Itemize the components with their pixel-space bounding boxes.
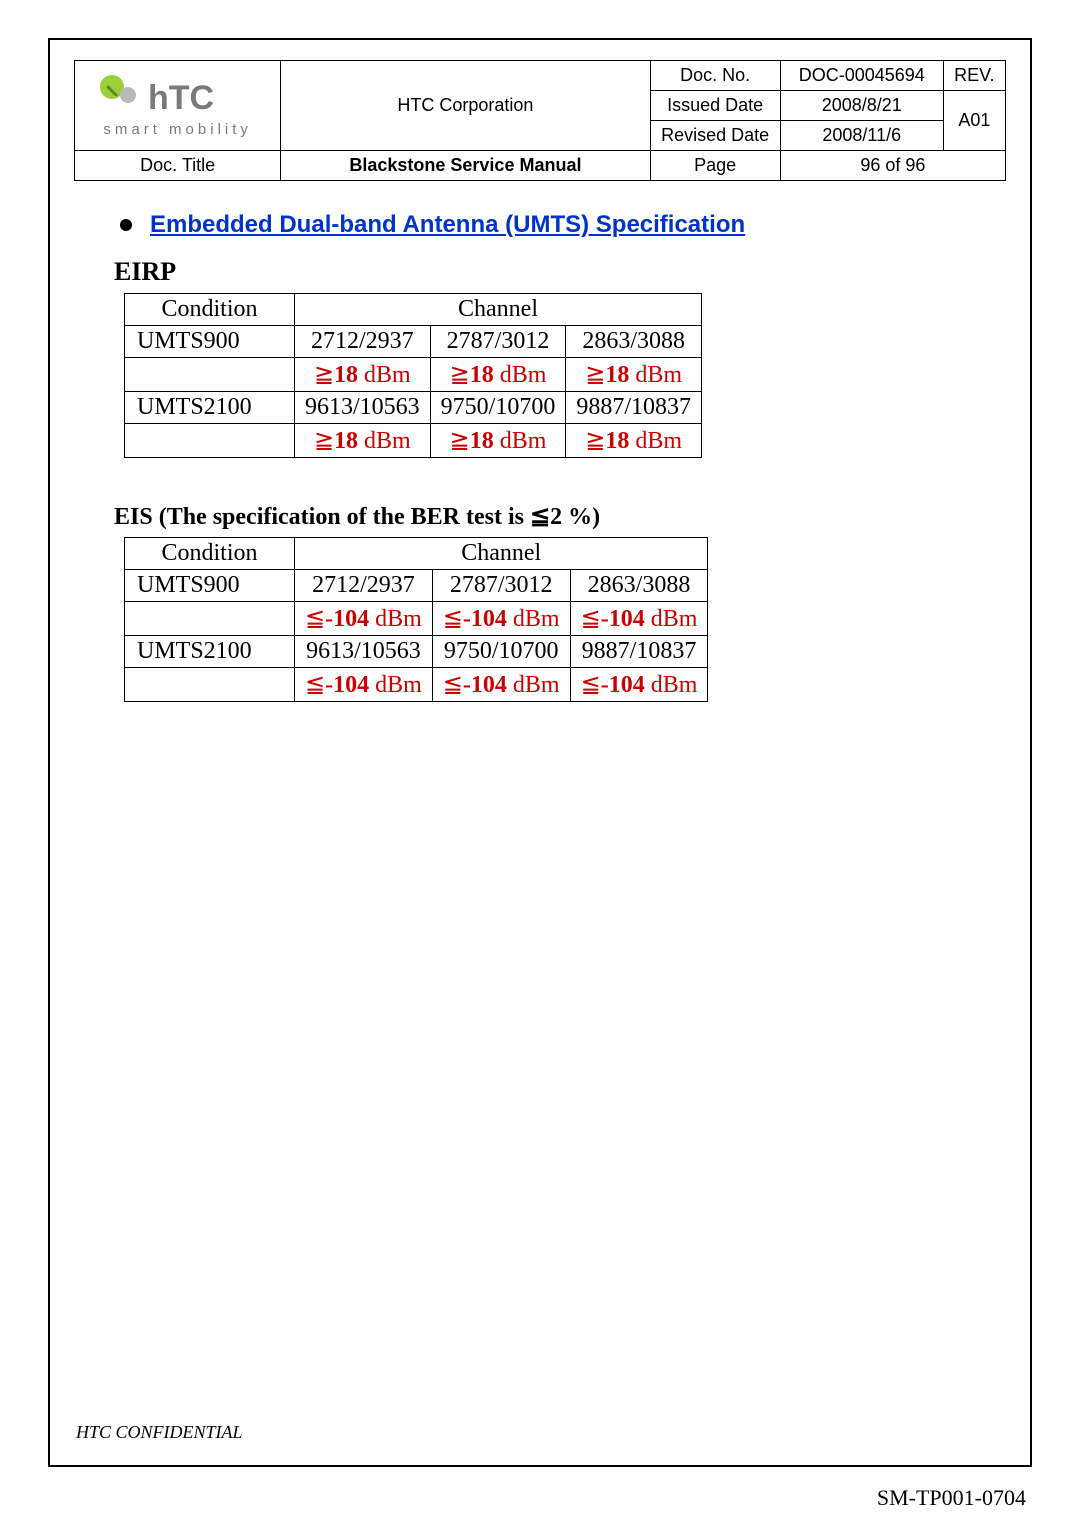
confidential-footer: HTC CONFIDENTIAL — [76, 1422, 243, 1443]
eis-val-0-1: ≦-104 dBm — [432, 602, 570, 636]
eirp-ch-0-0: 2712/2937 — [295, 326, 431, 358]
eis-val-0-2: ≦-104 dBm — [570, 602, 708, 636]
eirp-val-1-1: ≧18 dBm — [430, 424, 566, 458]
page-label: Page — [650, 151, 780, 181]
eirp-blank-0 — [125, 358, 295, 392]
page-frame: hTC smart mobility HTC Corporation Doc. … — [48, 38, 1032, 1467]
eis-ch-0-1: 2787/3012 — [432, 570, 570, 602]
document-header-table: hTC smart mobility HTC Corporation Doc. … — [74, 60, 1006, 181]
page-value: 96 of 96 — [780, 151, 1005, 181]
eis-ch-0-2: 2863/3088 — [570, 570, 708, 602]
eis-channel-header: Channel — [295, 538, 708, 570]
corp-name: HTC Corporation — [281, 61, 650, 151]
eirp-val-1-0: ≧18 dBm — [295, 424, 431, 458]
form-code-footer: SM-TP001-0704 — [877, 1485, 1026, 1511]
eirp-ch-0-2: 2863/3088 — [566, 326, 702, 358]
eirp-band-1: UMTS2100 — [125, 392, 295, 424]
eis-condition-header: Condition — [125, 538, 295, 570]
doc-no-value: DOC-00045694 — [780, 61, 943, 91]
eis-ch-1-0: 9613/10563 — [295, 636, 433, 668]
eis-blank-0 — [125, 602, 295, 636]
eis-val-1-0: ≦-104 dBm — [295, 668, 433, 702]
eirp-blank-1 — [125, 424, 295, 458]
eirp-val-1-2: ≧18 dBm — [566, 424, 702, 458]
section-link[interactable]: Embedded Dual-band Antenna (UMTS) Specif… — [150, 211, 745, 239]
eis-table: Condition Channel UMTS900 2712/2937 2787… — [124, 537, 708, 702]
doc-no-label: Doc. No. — [650, 61, 780, 91]
eis-ch-1-2: 9887/10837 — [570, 636, 708, 668]
rev-value: A01 — [943, 91, 1005, 151]
eirp-table: Condition Channel UMTS900 2712/2937 2787… — [124, 293, 702, 458]
eirp-condition-header: Condition — [125, 294, 295, 326]
eirp-band-0: UMTS900 — [125, 326, 295, 358]
eis-heading: EIS (The specification of the BER test i… — [114, 502, 986, 531]
section-bullet-line: Embedded Dual-band Antenna (UMTS) Specif… — [120, 211, 986, 239]
revised-date-value: 2008/11/6 — [780, 121, 943, 151]
eis-val-1-1: ≦-104 dBm — [432, 668, 570, 702]
eirp-val-0-1: ≧18 dBm — [430, 358, 566, 392]
eis-ch-1-1: 9750/10700 — [432, 636, 570, 668]
eirp-ch-1-1: 9750/10700 — [430, 392, 566, 424]
eis-band-0: UMTS900 — [125, 570, 295, 602]
doc-title-label: Doc. Title — [75, 151, 281, 181]
eis-blank-1 — [125, 668, 295, 702]
eirp-heading: EIRP — [114, 257, 986, 287]
issued-date-label: Issued Date — [650, 91, 780, 121]
issued-date-value: 2008/8/21 — [780, 91, 943, 121]
logo-cell: hTC smart mobility — [75, 61, 281, 151]
eis-ch-0-0: 2712/2937 — [295, 570, 433, 602]
eis-band-1: UMTS2100 — [125, 636, 295, 668]
logo-tagline: smart mobility — [103, 121, 252, 138]
logo-word: hTC — [148, 79, 214, 117]
eirp-val-0-2: ≧18 dBm — [566, 358, 702, 392]
eirp-ch-0-1: 2787/3012 — [430, 326, 566, 358]
eirp-ch-1-0: 9613/10563 — [295, 392, 431, 424]
revised-date-label: Revised Date — [650, 121, 780, 151]
htc-logo-icon: hTC — [98, 73, 258, 119]
eirp-ch-1-2: 9887/10837 — [566, 392, 702, 424]
eirp-val-0-0: ≧18 dBm — [295, 358, 431, 392]
bullet-icon — [120, 219, 132, 231]
doc-title-value: Blackstone Service Manual — [281, 151, 650, 181]
content-area: Embedded Dual-band Antenna (UMTS) Specif… — [74, 181, 1006, 702]
eis-val-0-0: ≦-104 dBm — [295, 602, 433, 636]
eirp-channel-header: Channel — [295, 294, 702, 326]
eis-val-1-2: ≦-104 dBm — [570, 668, 708, 702]
rev-label: REV. — [943, 61, 1005, 91]
